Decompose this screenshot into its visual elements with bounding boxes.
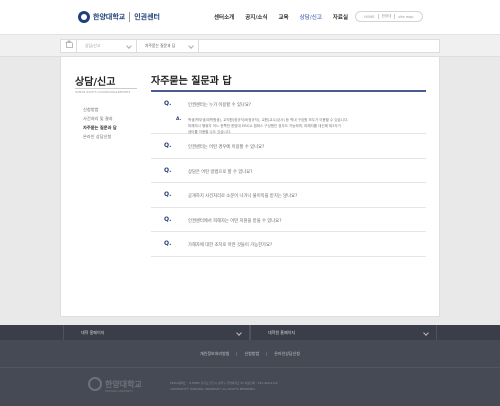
question-marker: Q. — [164, 142, 172, 149]
faq-question[interactable]: 상담은 어떤 방법으로 할 수 있나요? — [188, 169, 252, 175]
footer-link-privacy[interactable]: 개인정보처리방침 — [200, 351, 229, 357]
faq-question[interactable]: 가해자에 대한 조치로 어떤 것들이 가능한가요? — [188, 242, 272, 248]
footer-copyright: COPYRIGHT© HANYANG UNIVERSITY. ALL RIGHT… — [170, 387, 256, 391]
faq-item[interactable]: Q. 인권센터는 누가 이용할 수 있나요? A. 학생(학부생/대학원생), … — [151, 92, 426, 134]
footer-logo-name: 한양대학교 — [105, 379, 142, 389]
main-nav: 센터소개 공지/소식 교육 상담/신고 자료실 — [214, 13, 359, 21]
footer-bottom: 한양대학교 HANYANG UNIVERSITY ERICA캠퍼스 : (155… — [0, 368, 500, 406]
site-header: 한양대학교 인권센터 센터소개 공지/소식 교육 상담/신고 자료실 HOME … — [0, 0, 500, 35]
faq-item[interactable]: Q. 인권센터는 어떤 경우에 이용할 수 있나요? — [151, 134, 426, 159]
nav-item-counseling[interactable]: 상담/신고 — [300, 13, 322, 21]
breadcrumb: 상담/신고 자주묻는 질문과 답 — [60, 39, 440, 53]
university-homepage-dropdown[interactable]: 대학 홈페이지 — [63, 325, 250, 340]
logo-center-name: 인권센터 — [134, 13, 160, 21]
footer-link-apply[interactable]: 신청방법 — [244, 351, 259, 357]
faq-item[interactable]: Q. 인권센터에서 피해자는 어떤 지원을 받을 수 있나요? — [151, 208, 426, 232]
sub-navigation-bar: 상담/신고 자주묻는 질문과 답 — [0, 35, 500, 57]
util-divider — [377, 14, 379, 19]
nav-item-notice[interactable]: 공지/소식 — [245, 13, 267, 21]
nav-item-education[interactable]: 교육 — [279, 13, 289, 21]
side-menu-item-faq[interactable]: 자주묻는 질문과 답 — [83, 123, 117, 132]
question-marker: Q. — [164, 215, 172, 223]
university-emblem-icon — [78, 11, 90, 23]
faq-question[interactable]: 인권센터에서 피해자는 어떤 지원을 받을 수 있나요? — [188, 218, 282, 224]
faq-question[interactable]: 인권센터는 어떤 경우에 이용할 수 있나요? — [188, 144, 264, 150]
faq-item[interactable]: Q. 상담은 어떤 방법으로 할 수 있나요? — [151, 159, 426, 183]
faq-answer: 학생(학부생/대학원생), 교직원(정규직/비정규직), 교원(교수/강사) 등… — [188, 117, 418, 135]
question-marker: Q. — [164, 100, 172, 107]
side-menu-item-process[interactable]: 사건처리 및 결과 — [83, 114, 117, 123]
home-icon[interactable] — [61, 39, 77, 53]
answer-marker: A. — [176, 117, 182, 122]
page-title: 자주묻는 질문과 답 — [151, 76, 232, 87]
utility-menu: HOME 한양대 site map — [355, 11, 423, 22]
graduate-homepage-dropdown[interactable]: 대학원 홈페이지 — [250, 325, 437, 340]
faq-item[interactable]: Q. 가해자에 대한 조치로 어떤 것들이 가능한가요? — [151, 232, 426, 257]
question-marker: Q. — [164, 240, 172, 247]
util-univ-link[interactable]: 한양대 — [382, 14, 392, 19]
breadcrumb-depth2-dropdown[interactable]: 자주묻는 질문과 답 — [137, 39, 199, 53]
logo-university-name: 한양대학교 — [93, 13, 126, 21]
faq-list: Q. 인권센터는 누가 이용할 수 있나요? A. 학생(학부생/대학원생), … — [151, 90, 426, 257]
footer-address: ERICA캠퍼스 : (15588) 경기도 안산시 상록구 한양대학로 55 … — [170, 380, 278, 392]
side-menu-item-apply[interactable]: 신청방법 — [83, 105, 117, 114]
nav-item-about[interactable]: 센터소개 — [214, 13, 234, 21]
section-title: 상담/신고 — [75, 77, 116, 88]
side-menu-item-online-counseling[interactable]: 온라인 상담신청 — [83, 132, 117, 141]
nav-item-resources[interactable]: 자료실 — [333, 13, 348, 21]
faq-question[interactable]: 공개하지 사건처리로 소문이 나거나 불이익을 받지는 않나요? — [188, 193, 297, 199]
footer-link-online-counseling[interactable]: 온라인상담신청 — [274, 351, 300, 357]
content-panel: 상담/신고 HUMAN RIGHTS COUNSELING&REPORTS 신청… — [60, 57, 440, 317]
footer-menu-divider — [236, 351, 238, 356]
faq-question[interactable]: 인권센터는 누가 이용할 수 있나요? — [188, 102, 251, 108]
question-marker: Q. — [164, 166, 172, 174]
footer-logo: 한양대학교 — [88, 377, 142, 391]
breadcrumb-depth1-dropdown[interactable]: 상담/신고 — [77, 39, 137, 53]
footer-menu: 개인정보처리방침 신청방법 온라인상담신청 — [0, 340, 500, 368]
section-subtitle: HUMAN RIGHTS COUNSELING&REPORTS — [75, 88, 137, 94]
footer-menu-divider — [266, 351, 268, 356]
question-marker: Q. — [164, 191, 172, 198]
logo-divider — [129, 12, 131, 22]
faq-item[interactable]: Q. 공개하지 사건처리로 소문이 나거나 불이익을 받지는 않나요? — [151, 183, 426, 208]
footer-family-sites: 대학 홈페이지 대학원 홈페이지 — [0, 325, 500, 340]
util-home-link[interactable]: HOME — [364, 15, 375, 19]
side-menu: 신청방법 사건처리 및 결과 자주묻는 질문과 답 온라인 상담신청 — [83, 105, 117, 141]
footer-emblem-icon — [88, 377, 102, 391]
util-sitemap-link[interactable]: site map — [398, 15, 413, 19]
footer-logo-subtitle: HANYANG UNIVERSITY — [105, 390, 133, 393]
site-logo[interactable]: 한양대학교 인권센터 — [78, 10, 160, 24]
util-divider — [394, 14, 396, 19]
